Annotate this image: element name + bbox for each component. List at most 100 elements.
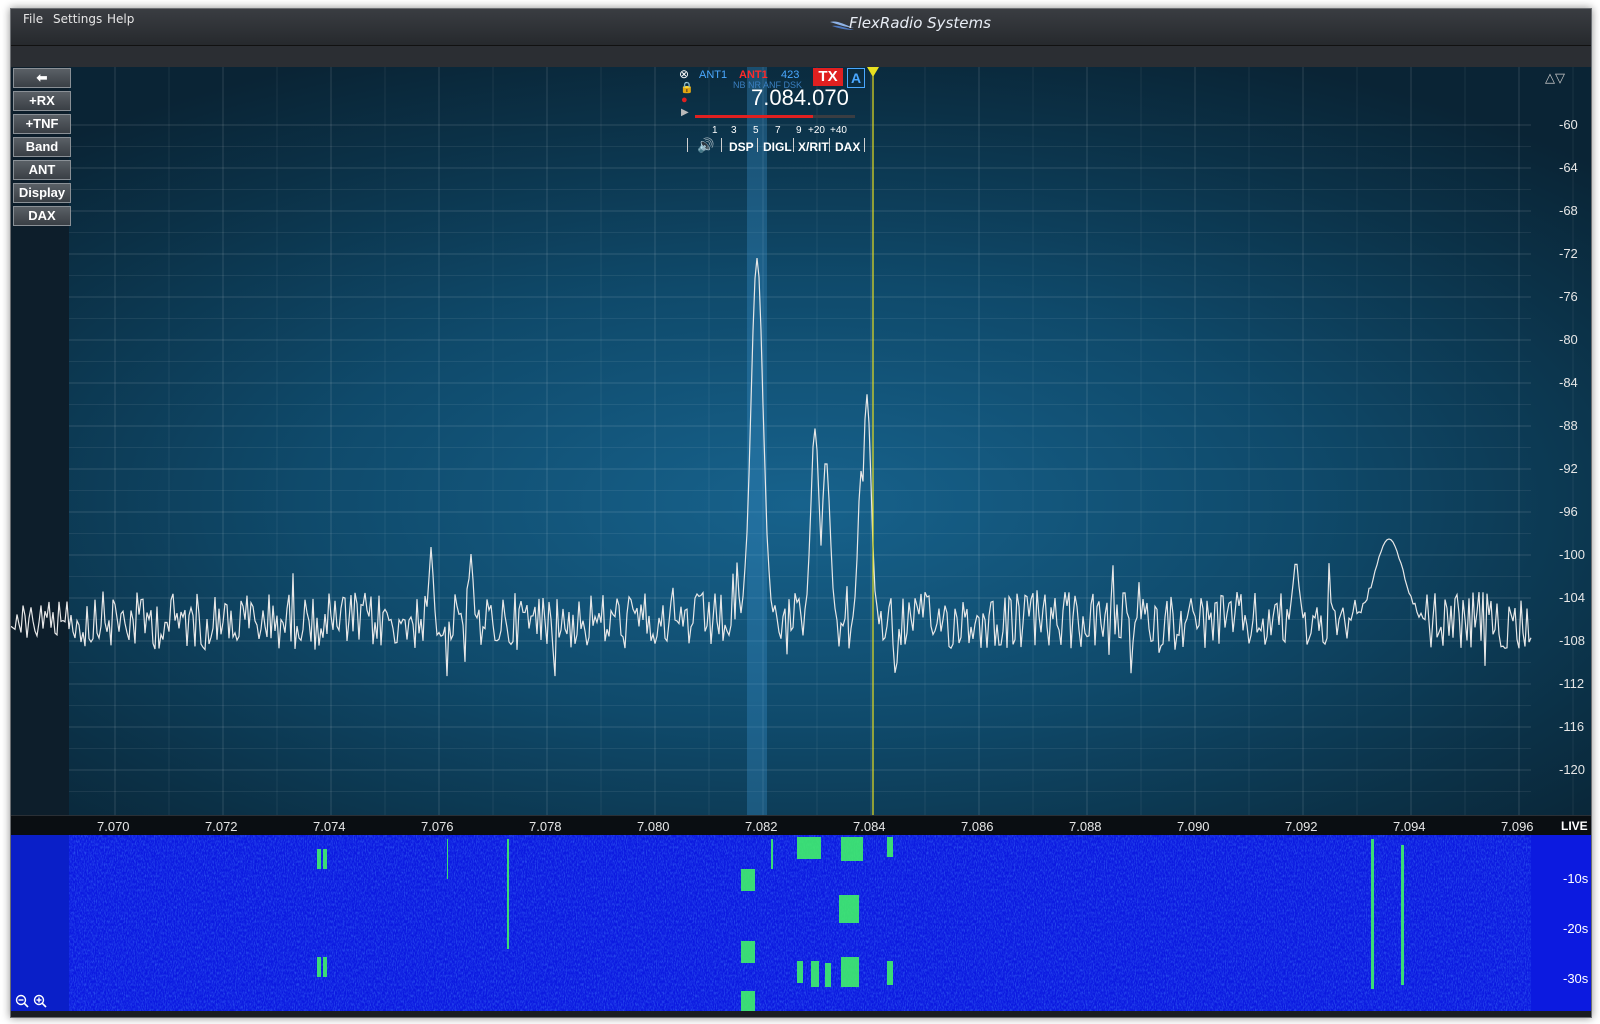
waterfall-signal	[741, 941, 755, 963]
frequency-axis[interactable]	[11, 815, 1591, 836]
freq-label: 7.090	[1177, 819, 1210, 834]
meter-tick: 1	[712, 125, 718, 136]
time-label: -30s	[1563, 971, 1589, 986]
xrit-button[interactable]: X/RIT	[798, 140, 829, 154]
meter-tick: 3	[731, 125, 737, 136]
dbm-label: -108	[1559, 633, 1586, 648]
freq-label: 7.076	[421, 819, 454, 834]
waterfall-signal	[839, 895, 859, 923]
meter-tick: +40	[830, 125, 847, 136]
add-tnf-button[interactable]: +TNF	[13, 114, 71, 134]
waterfall-signal	[887, 837, 893, 857]
dbm-label: -104	[1559, 590, 1586, 605]
dbm-label: -72	[1559, 246, 1578, 261]
mode-button[interactable]: DIGL	[763, 140, 792, 154]
panadapter-grid	[69, 67, 1574, 815]
freq-label: 7.092	[1285, 819, 1318, 834]
meter-tick: 5	[753, 125, 759, 136]
freq-label: 7.086	[961, 819, 994, 834]
time-label: -10s	[1563, 871, 1589, 886]
waterfall-signal	[887, 961, 893, 985]
waterfall-signal	[317, 957, 321, 977]
dbm-label: -84	[1559, 375, 1578, 390]
dbm-label: -80	[1559, 332, 1578, 347]
waterfall-signal	[323, 849, 327, 869]
collapse-button[interactable]: ⬅	[13, 68, 71, 88]
waterfall-signal	[317, 849, 321, 869]
dbm-label: -100	[1559, 547, 1586, 562]
dbm-label: -116	[1559, 719, 1585, 734]
dsp-button[interactable]: DSP	[729, 140, 754, 154]
waterfall-graphics	[11, 835, 1531, 1011]
play-icon[interactable]: ▶	[681, 107, 689, 118]
meter-tick: 7	[775, 125, 781, 136]
slice-letter[interactable]: A	[847, 68, 865, 88]
dax-button[interactable]: DAX	[13, 206, 71, 226]
band-button[interactable]: Band	[13, 137, 71, 157]
dbm-label: -92	[1559, 461, 1578, 476]
close-slice-icon[interactable]: ⊗	[679, 67, 689, 81]
freq-label: 7.094	[1393, 819, 1426, 834]
scale-up-icon[interactable]: △▽	[1545, 71, 1565, 86]
zoom-out-icon[interactable]	[15, 994, 29, 1008]
flag-divider	[757, 138, 758, 152]
s-meter	[695, 115, 855, 118]
freq-label: 7.084	[853, 819, 886, 834]
frequency-display[interactable]: 7.084.070	[751, 85, 849, 111]
add-rx-button[interactable]: +RX	[13, 91, 71, 111]
freq-label: 7.082	[745, 819, 778, 834]
dax-slice-button[interactable]: DAX	[835, 140, 860, 154]
ant-button[interactable]: ANT	[13, 160, 71, 180]
waterfall-signal	[841, 837, 863, 861]
waterfall-signal	[323, 957, 327, 977]
flag-divider	[687, 138, 688, 152]
smartsdr-window: File Settings Help FlexRadio Systems ▭ ✕…	[10, 8, 1592, 1018]
back-arrow-icon: ⬅	[36, 70, 48, 85]
freq-label: 7.074	[313, 819, 346, 834]
freq-label: 7.088	[1069, 819, 1102, 834]
flag-divider	[793, 138, 794, 152]
dbm-label: -68	[1559, 203, 1578, 218]
time-label: -20s	[1563, 921, 1589, 936]
slice-flag[interactable]: ⊗ 🔒 ● ▶ ANT1 ANT1 423 NB NR ANF DSK TX A…	[679, 67, 875, 147]
display-button[interactable]: Display	[13, 183, 71, 203]
waterfall-signal	[797, 837, 821, 859]
dbm-label: -76	[1559, 289, 1578, 304]
waterfall-signal	[741, 869, 755, 891]
freq-label: 7.096	[1501, 819, 1534, 834]
waterfall-signal	[1401, 845, 1404, 985]
waterfall-signal	[507, 839, 509, 949]
waterfall-signal	[825, 963, 831, 987]
s-meter-fill	[695, 115, 813, 118]
freq-label: 7.070	[97, 819, 130, 834]
flag-divider	[829, 138, 830, 152]
speaker-icon[interactable]: 🔊	[697, 137, 714, 154]
freq-label: 7.072	[205, 819, 238, 834]
meter-tick: 9	[796, 125, 802, 136]
dbm-label: -60	[1559, 117, 1578, 132]
dbm-label: -112	[1559, 676, 1585, 691]
flag-divider	[864, 138, 865, 152]
flag-divider	[721, 138, 722, 152]
waterfall-signal	[811, 961, 819, 987]
waterfall-signal	[447, 839, 448, 879]
dbm-label: -64	[1559, 160, 1578, 175]
waterfall-signal	[841, 957, 859, 987]
tx-button[interactable]: TX	[813, 68, 843, 86]
dbm-label: -120	[1559, 762, 1586, 777]
meter-tick: +20	[808, 125, 825, 136]
waterfall[interactable]	[11, 835, 1591, 1011]
waterfall-signal	[771, 839, 773, 869]
record-icon[interactable]: ●	[681, 94, 688, 106]
waterfall-signal	[1371, 839, 1374, 989]
freq-label: 7.080	[637, 819, 670, 834]
rx-antenna[interactable]: ANT1	[699, 69, 727, 81]
zoom-in-icon[interactable]	[33, 994, 47, 1008]
waterfall-signal	[797, 961, 803, 983]
dbm-label: -88	[1559, 418, 1578, 433]
dbm-label: -96	[1559, 504, 1578, 519]
live-indicator[interactable]: LIVE	[1561, 819, 1588, 833]
freq-label: 7.078	[529, 819, 562, 834]
waterfall-signal	[741, 991, 755, 1011]
lock-icon[interactable]: 🔒	[680, 81, 694, 94]
